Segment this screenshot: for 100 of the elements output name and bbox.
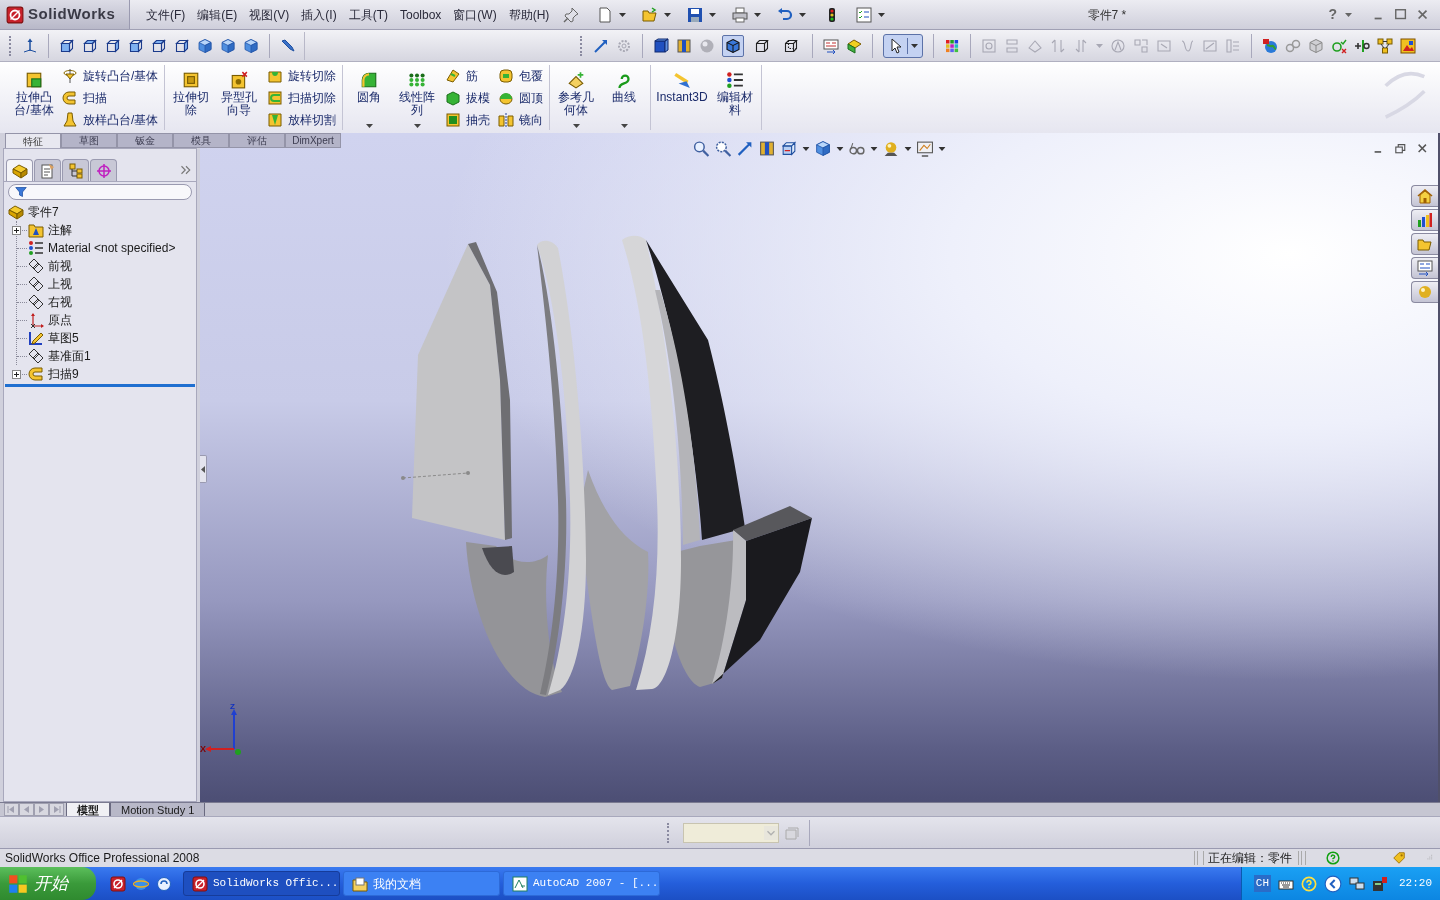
circle-arc-icon[interactable] xyxy=(156,875,172,892)
monitor-chart-icon[interactable] xyxy=(916,140,934,157)
globe-ring-icon[interactable] xyxy=(133,875,149,892)
help-icon[interactable] xyxy=(1326,851,1340,865)
tree-item[interactable]: 草图5 xyxy=(48,329,79,347)
task-pane-tab[interactable] xyxy=(1411,209,1438,231)
undo-arrow-icon[interactable] xyxy=(777,6,794,23)
command-button[interactable]: 扫描切除 xyxy=(265,87,339,108)
caret-icon[interactable] xyxy=(413,124,421,128)
command-tab[interactable]: 评估 xyxy=(229,133,285,148)
command-button[interactable]: 放样切割 xyxy=(265,109,339,130)
caret-icon[interactable] xyxy=(620,124,628,128)
caret-icon[interactable] xyxy=(904,146,912,151)
task-pane-tab[interactable] xyxy=(1411,281,1438,303)
tree-item[interactable]: 零件7 xyxy=(28,203,59,221)
command-button[interactable]: 曲线 xyxy=(602,65,647,130)
restore-icon[interactable] xyxy=(1395,143,1408,156)
help-menu-button[interactable]: ? xyxy=(1328,4,1337,25)
menu-item[interactable]: 编辑(E) xyxy=(197,5,238,24)
wireframe-cube-icon[interactable] xyxy=(128,37,144,54)
panel-collapse-handle[interactable] xyxy=(200,455,207,483)
command-button[interactable]: 旋转切除 xyxy=(265,65,339,86)
shaded-cube-icon[interactable] xyxy=(220,37,236,54)
zoom-magnifier-icon[interactable] xyxy=(692,140,710,157)
command-button[interactable]: 筋 xyxy=(443,65,493,86)
ball-on-base-icon[interactable] xyxy=(882,140,900,157)
panel-tab[interactable] xyxy=(34,159,61,181)
select-tool-button[interactable] xyxy=(883,33,923,58)
server-flag-icon[interactable] xyxy=(1372,875,1388,892)
maximize-icon[interactable] xyxy=(1394,7,1408,22)
menu-item[interactable]: Toolbox xyxy=(400,5,442,24)
tree-item[interactable]: 注解 xyxy=(48,221,72,239)
check-cross-icon[interactable] xyxy=(1331,37,1347,54)
command-tab[interactable]: 草图 xyxy=(61,133,117,148)
caret-icon[interactable] xyxy=(664,12,672,17)
command-button[interactable]: 拔模 xyxy=(443,87,493,108)
caret-icon[interactable] xyxy=(878,12,886,17)
folded-block-icon[interactable] xyxy=(846,37,862,54)
menu-item[interactable]: 视图(V) xyxy=(249,5,290,24)
close-icon[interactable] xyxy=(1416,7,1430,22)
wireframe-cube-icon[interactable] xyxy=(174,37,190,54)
striped-block-icon[interactable] xyxy=(676,37,692,54)
globe-icon[interactable] xyxy=(1262,37,1278,54)
printer-icon[interactable] xyxy=(732,6,749,23)
caret-icon[interactable] xyxy=(754,12,762,17)
command-button[interactable]: Instant3D xyxy=(655,65,709,130)
bottom-tab[interactable]: 模型 xyxy=(66,803,110,817)
tree-item[interactable]: 扫描9 xyxy=(48,365,79,383)
diagonal-arrow-icon[interactable] xyxy=(736,140,754,157)
task-pane-tab[interactable] xyxy=(1411,233,1438,255)
caret-icon[interactable] xyxy=(938,146,946,151)
cube-view-icon[interactable] xyxy=(780,140,798,157)
color-grid-icon[interactable] xyxy=(944,37,960,54)
plus-bar-icon[interactable] xyxy=(1354,37,1370,54)
caret-icon[interactable] xyxy=(365,124,373,128)
bottom-tab[interactable]: Motion Study 1 xyxy=(110,803,206,817)
command-tab[interactable]: 特征 xyxy=(5,133,61,148)
tree-item[interactable]: 右视 xyxy=(48,293,72,311)
caret-icon[interactable] xyxy=(911,43,918,48)
tree-item[interactable]: Material <not specified> xyxy=(48,239,176,257)
caret-icon[interactable] xyxy=(709,12,717,17)
network-computers-icon[interactable] xyxy=(1349,875,1365,892)
command-button[interactable]: 参考几何体 xyxy=(554,65,599,130)
shaded-cube-icon[interactable] xyxy=(814,140,832,157)
command-button[interactable]: 抽壳 xyxy=(443,109,493,130)
new-document-icon[interactable] xyxy=(597,6,614,23)
wireframe-cube-icon[interactable] xyxy=(105,37,121,54)
taskbar-button[interactable]: AutoCAD 2007 - [... xyxy=(503,871,660,896)
slanted-rod-icon[interactable] xyxy=(280,37,296,54)
menu-item[interactable]: 窗口(W) xyxy=(453,5,497,24)
wireframe-cube-icon[interactable] xyxy=(82,37,98,54)
menu-item[interactable]: 插入(I) xyxy=(301,5,337,24)
command-button[interactable]: 拉伸凸台/基体 xyxy=(12,65,56,130)
filter-field[interactable] xyxy=(8,184,192,200)
command-button[interactable]: 圆顶 xyxy=(496,87,546,108)
picture-frame-icon[interactable] xyxy=(1400,37,1416,54)
caret-icon[interactable] xyxy=(799,12,807,17)
start-button[interactable]: 开始 xyxy=(0,867,96,900)
command-button[interactable]: 扫描 xyxy=(60,87,161,108)
checklist-icon[interactable] xyxy=(856,6,873,23)
shaded-cube-icon[interactable] xyxy=(197,37,213,54)
command-tab[interactable]: 钣金 xyxy=(117,133,173,148)
expand-plus-icon[interactable] xyxy=(12,369,21,379)
command-button[interactable]: 线性阵列 xyxy=(395,65,440,130)
pushpin-icon[interactable] xyxy=(563,6,580,23)
panel-tab[interactable] xyxy=(62,159,89,181)
open-folder-icon[interactable] xyxy=(642,6,659,23)
tree-item[interactable]: 前视 xyxy=(48,257,72,275)
command-button[interactable]: 异型孔向导 xyxy=(217,65,262,130)
node-tree-icon[interactable] xyxy=(1377,37,1393,54)
tree-item[interactable]: 原点 xyxy=(48,311,72,329)
caret-icon[interactable] xyxy=(619,12,627,17)
chevron-left-circle-icon[interactable] xyxy=(1324,874,1342,893)
command-button[interactable]: 旋转凸台/基体 xyxy=(60,65,161,86)
menu-item[interactable]: 文件(F) xyxy=(146,5,186,24)
tree-item[interactable]: 基准面1 xyxy=(48,347,91,365)
caret-icon[interactable] xyxy=(572,124,580,128)
wireframe-cube-icon[interactable] xyxy=(59,37,75,54)
command-button[interactable]: 编辑材料 xyxy=(712,65,757,130)
command-button[interactable]: 拉伸切除 xyxy=(169,65,214,130)
